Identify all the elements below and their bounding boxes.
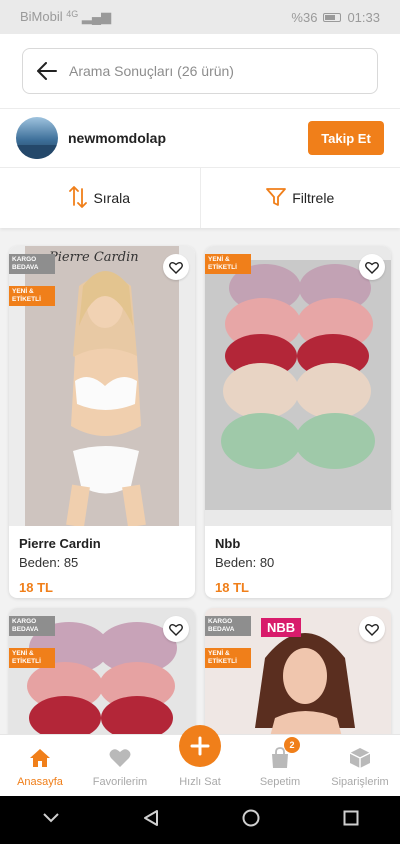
product-card[interactable]: Pierre Cardin KARGO BEDAVA YENİ & ETİKET… [9,246,195,598]
recents-square-icon[interactable] [343,810,359,831]
product-name: Pierre Cardin [19,536,101,551]
sort-icon [69,185,88,212]
sort-button[interactable]: Sırala [0,168,200,228]
filter-button[interactable]: Filtrele [199,168,400,228]
product-card[interactable]: KARGO BEDAVA YENİ & ETİKETLİ [9,608,195,748]
brand-logo-text: NBB [261,618,302,637]
favorite-heart-icon[interactable] [163,254,189,280]
new-tagged-badge: YENİ & ETİKETLİ [9,648,55,668]
shop-name[interactable]: newmomdolap [68,130,308,146]
product-image[interactable]: Pierre Cardin KARGO BEDAVA YENİ & ETİKET… [9,246,195,528]
product-size: Beden: 80 [215,555,381,570]
nav-cart[interactable]: 2 Sepetim [240,735,320,796]
search-field[interactable]: Arama Sonuçları (26 ürün) [22,48,378,94]
bottom-navigation: Anasayfa Favorilerim Hızlı Sat 2 Sepetim… [0,725,400,796]
product-card[interactable]: YENİ & ETİKETLİ Nbb Beden: 80 18 TL [205,246,391,598]
size-label: Beden: [215,555,257,570]
product-image[interactable]: NBB KARGO BEDAVA YENİ & ETİKETLİ [205,608,391,748]
brand-script-text: Pierre Cardin [49,250,139,265]
nav-quick-sell[interactable]: Hızlı Sat [160,725,240,796]
product-price: 18 TL [215,580,249,595]
search-header: Arama Sonuçları (26 ürün) [0,34,400,108]
nav-label: Siparişlerim [331,776,389,788]
cart-count-badge: 2 [284,737,300,753]
free-shipping-badge: KARGO BEDAVA [205,616,251,636]
nav-label: Favorilerim [92,776,148,788]
product-photo [205,260,391,510]
shop-avatar[interactable] [16,117,58,159]
search-query: Arama Sonuçları (26 ürün) [69,63,234,79]
favorite-heart-icon[interactable] [163,616,189,642]
new-tagged-badge: YENİ & ETİKETLİ [205,648,251,668]
chevron-down-icon[interactable] [42,811,60,829]
size-value: 80 [259,555,275,570]
home-icon [28,746,52,770]
signal-label: 4G [66,9,79,19]
size-value: 85 [63,555,79,570]
status-left: BiMobil 4G ▂▄▆ [20,9,111,25]
battery-percent: %36 [291,9,318,25]
signal-icon: ▂▄▆ [81,9,112,24]
shop-header: newmomdolap Takip Et [0,108,400,168]
product-name: Nbb [215,536,241,551]
filter-label: Filtrele [292,190,335,206]
new-tagged-badge: YENİ & ETİKETLİ [205,254,251,274]
home-circle-icon[interactable] [242,809,260,832]
status-right: %36 01:33 [291,10,380,25]
product-info: Pierre Cardin Beden: 85 18 TL [9,526,195,598]
plus-icon[interactable] [179,725,221,767]
back-arrow-icon[interactable] [35,59,59,83]
system-navigation-bar [0,796,400,844]
free-shipping-badge: KARGO BEDAVA [9,254,55,274]
nav-favorites[interactable]: Favorilerim [80,735,160,796]
nav-label: Sepetim [259,776,301,788]
nav-orders[interactable]: Siparişlerim [320,735,400,796]
product-price: 18 TL [19,580,53,595]
back-triangle-icon[interactable] [143,809,159,832]
box-icon [348,746,372,770]
product-card[interactable]: NBB KARGO BEDAVA YENİ & ETİKETLİ [205,608,391,748]
filter-icon [266,187,287,210]
sort-label: Sırala [93,190,131,206]
product-image[interactable]: YENİ & ETİKETLİ [205,246,391,526]
nav-home[interactable]: Anasayfa [0,735,80,796]
size-label: Beden: [19,555,61,570]
follow-button[interactable]: Takip Et [308,121,384,155]
product-size: Beden: 85 [19,555,185,570]
clock: 01:33 [347,9,380,25]
battery-icon [323,12,342,22]
sort-filter-bar: Sırala Filtrele [0,168,400,228]
free-shipping-badge: KARGO BEDAVA [9,616,55,636]
carrier-label: BiMobil [20,9,63,24]
favorite-heart-icon[interactable] [359,254,385,280]
favorite-heart-icon[interactable] [359,616,385,642]
status-bar: BiMobil 4G ▂▄▆ %36 01:33 [0,0,400,34]
new-tagged-badge: YENİ & ETİKETLİ [9,286,55,306]
product-info: Nbb Beden: 80 18 TL [205,526,391,598]
heart-icon [108,746,132,770]
nav-label: Anasayfa [17,776,63,788]
product-image[interactable]: KARGO BEDAVA YENİ & ETİKETLİ [9,608,195,748]
nav-label: Hızlı Sat [179,776,221,788]
